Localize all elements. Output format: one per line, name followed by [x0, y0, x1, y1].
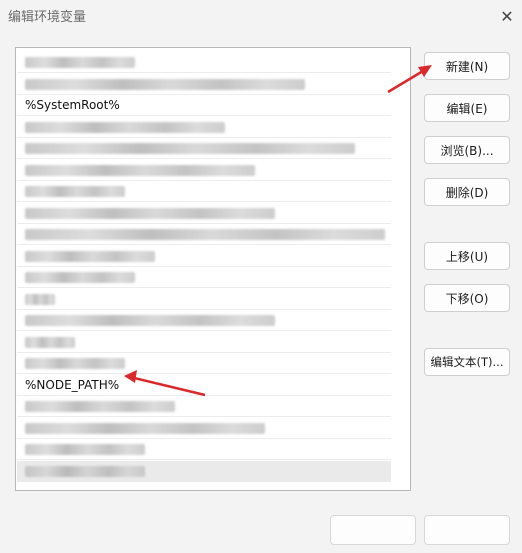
move-down-button[interactable]: 下移(O): [424, 284, 510, 312]
redacted-path: [25, 164, 255, 176]
redacted-path: [25, 315, 275, 326]
list-item[interactable]: [17, 203, 391, 224]
redacted-path: [25, 207, 275, 219]
list-item-text: %SystemRoot%: [25, 98, 120, 112]
list-item[interactable]: [17, 310, 391, 331]
edit-text-button[interactable]: 编辑文本(T)...: [424, 348, 510, 376]
redacted-path: [25, 78, 305, 90]
redacted-path: [25, 121, 225, 133]
list-item[interactable]: [17, 418, 391, 439]
close-button[interactable]: ✕: [492, 0, 522, 32]
list-item[interactable]: [17, 332, 391, 353]
move-up-button[interactable]: 上移(U): [424, 242, 510, 270]
redacted-path: [25, 186, 125, 197]
list-item[interactable]: %NODE_PATH%: [17, 375, 391, 396]
redacted-path: [25, 250, 155, 262]
redacted-path: [25, 422, 265, 434]
title-bar: 编辑环境变量 ✕: [0, 0, 522, 32]
list-item[interactable]: [17, 181, 391, 202]
path-list[interactable]: %NODE_PATH% %SystemRoot%: [15, 47, 411, 491]
list-item[interactable]: [17, 289, 391, 310]
list-item[interactable]: [17, 52, 391, 73]
window-title: 编辑环境变量: [8, 10, 87, 25]
redacted-path: [25, 272, 135, 283]
redacted-path: [25, 444, 145, 455]
redacted-path: [25, 229, 385, 240]
list-item[interactable]: [17, 439, 391, 460]
redacted-path: [25, 465, 145, 477]
list-item[interactable]: %SystemRoot%: [17, 95, 391, 116]
browse-button[interactable]: 浏览(B)...: [424, 136, 510, 164]
ok-button[interactable]: [330, 515, 416, 545]
redacted-path: [25, 143, 355, 154]
redacted-path: [25, 57, 135, 68]
list-item-text: %NODE_PATH%: [25, 377, 120, 392]
redacted-path: [25, 401, 175, 412]
close-icon: ✕: [500, 6, 514, 26]
list-item[interactable]: [17, 160, 391, 181]
list-item[interactable]: [17, 138, 391, 159]
delete-button[interactable]: 删除(D): [424, 178, 510, 206]
edit-button[interactable]: 编辑(E): [424, 94, 510, 122]
list-item[interactable]: [17, 353, 391, 374]
list-item[interactable]: [17, 246, 391, 267]
list-item[interactable]: [17, 117, 391, 138]
redacted-path: [25, 358, 125, 369]
list-item[interactable]: [17, 460, 391, 482]
list-item[interactable]: [17, 267, 391, 288]
redacted-path: [25, 293, 55, 305]
list-item[interactable]: [17, 396, 391, 417]
new-button[interactable]: 新建(N): [424, 52, 510, 80]
list-item[interactable]: [17, 224, 391, 245]
redacted-path: [25, 336, 75, 348]
list-item[interactable]: [17, 74, 391, 95]
cancel-button[interactable]: [424, 515, 510, 545]
